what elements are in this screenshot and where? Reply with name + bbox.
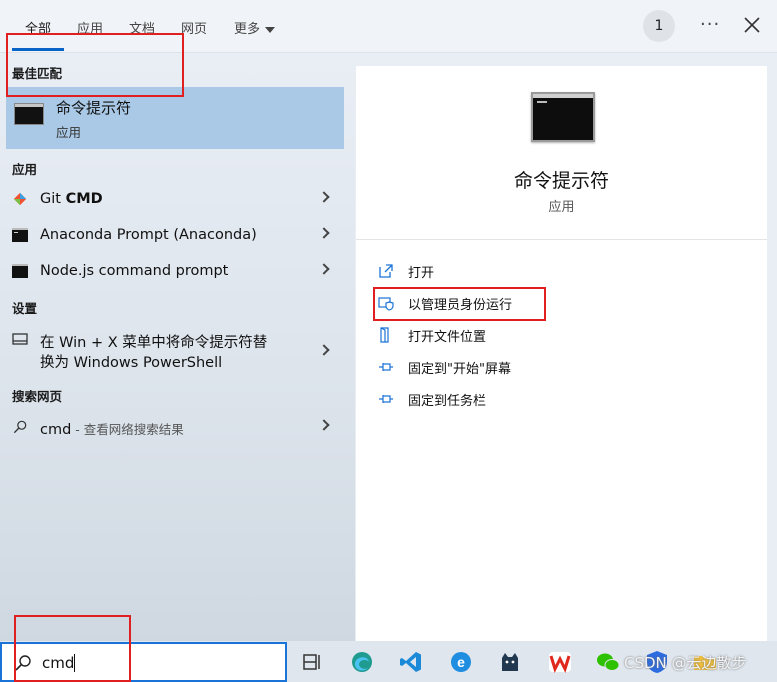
settings-header: 设置 (12, 301, 38, 316)
results-panel: 最佳匹配 命令提示符 应用 应用 Git CMD Anaconda Prompt… (0, 54, 355, 641)
best-match-title: 命令提示符 (56, 99, 132, 117)
list-item-label: cmd - 查看网络搜索结果 (40, 419, 184, 438)
web-query: cmd (40, 422, 72, 438)
detail-subtitle: 应用 (548, 200, 575, 215)
action-open[interactable]: 打开 (378, 257, 678, 285)
rewards-badge[interactable]: 1 (643, 10, 675, 42)
web-search-header: 搜索网页 (12, 389, 63, 404)
open-icon (379, 264, 393, 278)
list-item-setting[interactable]: 在 Win + X 菜单中将命令提示符替 换为 Windows PowerShe… (0, 324, 340, 374)
action-label: 打开 (408, 266, 435, 281)
web-query-suffix: - 查看网络搜索结果 (71, 422, 184, 437)
list-item-nodejs-prompt[interactable]: Node.js command prompt (0, 256, 340, 288)
terminal-icon (12, 228, 28, 242)
chevron-right-icon[interactable] (318, 419, 330, 431)
pin-icon (379, 395, 393, 403)
highlight-box-best-match (6, 33, 184, 97)
vscode-icon[interactable] (399, 650, 423, 674)
pin-icon (379, 363, 393, 371)
list-item-label: Anaconda Prompt (Anaconda) (40, 227, 257, 243)
taskbar-settings-icon (12, 333, 28, 345)
edge-icon[interactable] (350, 650, 374, 674)
chevron-down-icon (265, 26, 276, 33)
watermark: CSDN @云边散步 (624, 654, 747, 672)
wps-icon[interactable] (548, 650, 572, 674)
git-cmd-icon (13, 192, 27, 206)
tab-more-label: 更多 (234, 22, 261, 37)
file-location-icon (380, 327, 389, 343)
action-label: 固定到任务栏 (408, 394, 487, 409)
detail-panel: 命令提示符 应用 打开 以管理员身份运行 打开文件位置 固定到"开始"屏幕 固定… (356, 66, 767, 641)
ellipsis-icon[interactable]: ··· (700, 14, 720, 35)
search-icon (13, 420, 27, 434)
apps-header: 应用 (12, 162, 38, 177)
best-match-subtitle: 应用 (56, 125, 82, 140)
action-pin-to-taskbar[interactable]: 固定到任务栏 (378, 385, 678, 413)
list-item-label: Node.js command prompt (40, 263, 229, 279)
list-item-web-search[interactable]: cmd - 查看网络搜索结果 (0, 412, 340, 444)
wechat-icon[interactable] (596, 650, 620, 674)
list-item-anaconda-prompt[interactable]: Anaconda Prompt (Anaconda) (0, 220, 340, 252)
detail-title: 命令提示符 (513, 170, 609, 192)
highlight-box-search (14, 615, 131, 682)
task-view-icon[interactable] (300, 650, 324, 674)
git-label-bold: CMD (65, 191, 103, 207)
git-label-prefix: Git (40, 191, 66, 207)
setting-line-2: 换为 Windows PowerShell (40, 355, 223, 371)
detail-header: 命令提示符 应用 (356, 66, 767, 240)
tab-web[interactable]: 网页 (181, 18, 207, 37)
chevron-right-icon[interactable] (318, 227, 330, 239)
chevron-right-icon[interactable] (318, 344, 330, 356)
cmd-app-icon (14, 103, 44, 125)
cmd-app-large-icon (531, 92, 595, 142)
chevron-right-icon[interactable] (318, 263, 330, 275)
action-open-file-location[interactable]: 打开文件位置 (378, 321, 678, 349)
browser-e-icon[interactable]: e (449, 650, 473, 674)
action-label: 固定到"开始"屏幕 (408, 362, 511, 377)
list-item-git-cmd[interactable]: Git CMD (0, 184, 340, 216)
highlight-box-run-as-admin (373, 287, 546, 321)
list-item-label: Git CMD (40, 191, 103, 207)
terminal-icon (12, 264, 28, 278)
action-label: 打开文件位置 (408, 330, 487, 345)
chevron-right-icon[interactable] (318, 191, 330, 203)
action-pin-to-start[interactable]: 固定到"开始"屏幕 (378, 353, 678, 381)
tab-more[interactable]: 更多 (234, 18, 276, 37)
close-icon[interactable] (743, 16, 761, 34)
svg-text:e: e (457, 654, 465, 670)
cat-app-icon[interactable] (498, 650, 522, 674)
setting-line-1: 在 Win + X 菜单中将命令提示符替 (40, 335, 268, 351)
